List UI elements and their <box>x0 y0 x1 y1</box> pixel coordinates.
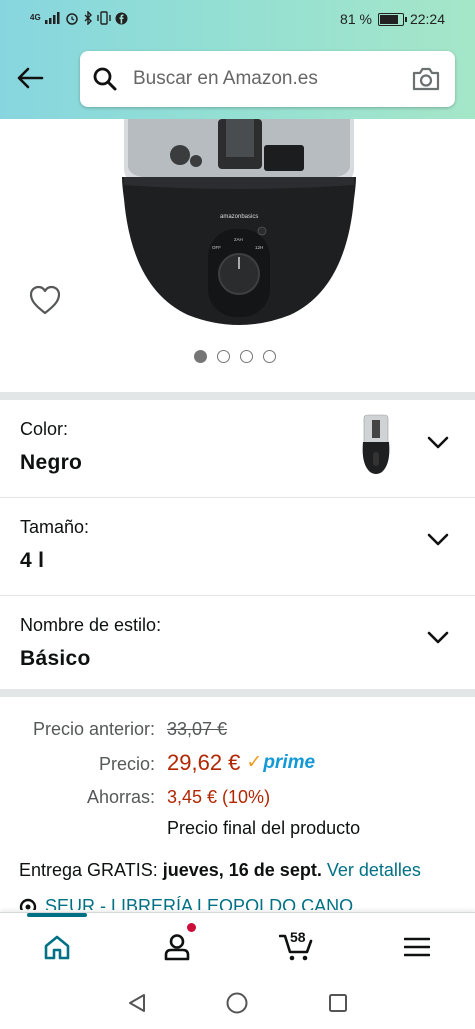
home-icon <box>44 935 70 960</box>
network-type: 4G <box>30 13 41 22</box>
prime-badge: ✓ prime <box>246 751 315 774</box>
savings-value: 3,45 € (10%) <box>167 787 271 807</box>
pagination-dot[interactable] <box>240 350 253 363</box>
triangle-back-icon <box>129 994 145 1012</box>
pagination-dot[interactable] <box>194 350 207 363</box>
nav-account[interactable] <box>157 927 197 967</box>
notification-dot <box>187 923 196 932</box>
search-input[interactable] <box>133 68 393 90</box>
section-divider <box>0 689 475 697</box>
alarm-icon <box>65 13 78 25</box>
arrow-left-icon <box>17 67 44 89</box>
section-divider <box>0 392 475 400</box>
status-icons-left: 4G <box>30 11 128 25</box>
pagination-dot[interactable] <box>217 350 230 363</box>
user-icon <box>164 934 190 961</box>
app-header <box>0 40 475 119</box>
cart-count: 58 <box>290 929 306 945</box>
variation-value-color: Negro <box>20 451 83 474</box>
variation-label-size: Tamaño: <box>20 517 90 537</box>
chevron-down-icon[interactable] <box>427 631 449 645</box>
hamburger-menu-icon <box>404 937 430 957</box>
previous-price-label: Precio anterior: <box>32 719 155 739</box>
facebook-icon <box>115 12 128 24</box>
active-tab-indicator <box>27 913 87 917</box>
location-icon <box>19 898 37 910</box>
price-label: Precio: <box>98 754 155 774</box>
delivery-info: Entrega GRATIS: jueves, 16 de sept. Ver … <box>19 860 421 881</box>
search-icon <box>91 65 119 93</box>
clock: 22:24 <box>409 11 445 27</box>
price-value: 29,62 € <box>167 750 241 775</box>
variation-value-style: Básico <box>20 647 91 670</box>
camera-icon[interactable] <box>411 65 441 93</box>
status-bar: 4G 81 % 22:24 <box>0 0 475 40</box>
square-recents-icon <box>329 994 347 1012</box>
battery-percent: 81 % <box>340 11 372 27</box>
vibrate-icon <box>96 11 111 25</box>
battery-icon <box>377 12 407 26</box>
variation-size[interactable]: Tamaño: 4 l <box>0 498 475 596</box>
dial-label-12h: 12H <box>255 245 263 250</box>
delivery-details-link[interactable]: Ver detalles <box>327 860 421 880</box>
prime-text: prime <box>263 751 316 773</box>
battery-fill <box>379 14 398 24</box>
android-navigation-bar <box>0 976 475 1029</box>
nav-home[interactable] <box>37 927 77 967</box>
final-price-note: Precio final del producto <box>167 818 361 838</box>
variation-style[interactable]: Nombre de estilo: Básico <box>0 596 475 688</box>
color-swatch-thumbnail[interactable] <box>354 414 398 476</box>
product-image-gallery[interactable]: amazonbasics OFF 2AH 12H <box>0 119 475 392</box>
dial-label-off: OFF <box>212 245 221 250</box>
heart-icon[interactable] <box>28 284 62 316</box>
circle-home-icon <box>226 992 248 1014</box>
bluetooth-icon <box>84 11 92 25</box>
search-bar[interactable] <box>80 51 455 107</box>
android-back-button[interactable] <box>124 990 150 1016</box>
signal-icon <box>44 12 60 24</box>
brand-logo-text: amazonbasics <box>220 214 258 220</box>
previous-price-value: 33,07 € <box>167 719 228 739</box>
image-pagination-dots[interactable] <box>194 350 276 363</box>
product-image[interactable]: amazonbasics OFF 2AH 12H <box>118 119 360 329</box>
dial-label-2ah: 2AH <box>234 237 243 242</box>
bottom-navigation: 58 <box>0 912 475 976</box>
variation-label-color: Color: <box>20 419 69 439</box>
seller-text: SEUR - LIBRERÍA LEOPOLDO CANO <box>45 896 354 910</box>
android-home-button[interactable] <box>224 990 250 1016</box>
back-button[interactable] <box>12 60 48 96</box>
chevron-down-icon[interactable] <box>427 533 449 547</box>
android-recents-button[interactable] <box>325 990 351 1016</box>
prime-check-icon: ✓ <box>246 752 263 773</box>
seller-info-partial[interactable]: SEUR - LIBRERÍA LEOPOLDO CANO <box>19 896 353 910</box>
variation-value-size: 4 l <box>20 549 45 572</box>
variation-color[interactable]: Color: Negro <box>0 400 475 498</box>
variation-label-style: Nombre de estilo: <box>20 615 162 635</box>
chevron-down-icon[interactable] <box>427 436 449 450</box>
delivery-date: jueves, 16 de sept. <box>162 860 322 880</box>
pagination-dot[interactable] <box>263 350 276 363</box>
nav-menu[interactable] <box>397 927 437 967</box>
status-icons-right: 81 % 22:24 <box>340 11 445 27</box>
delivery-prefix: Entrega GRATIS: <box>19 860 158 880</box>
savings-label: Ahorras: <box>86 787 155 807</box>
price-row: 29,62 € ✓ prime <box>167 750 315 776</box>
